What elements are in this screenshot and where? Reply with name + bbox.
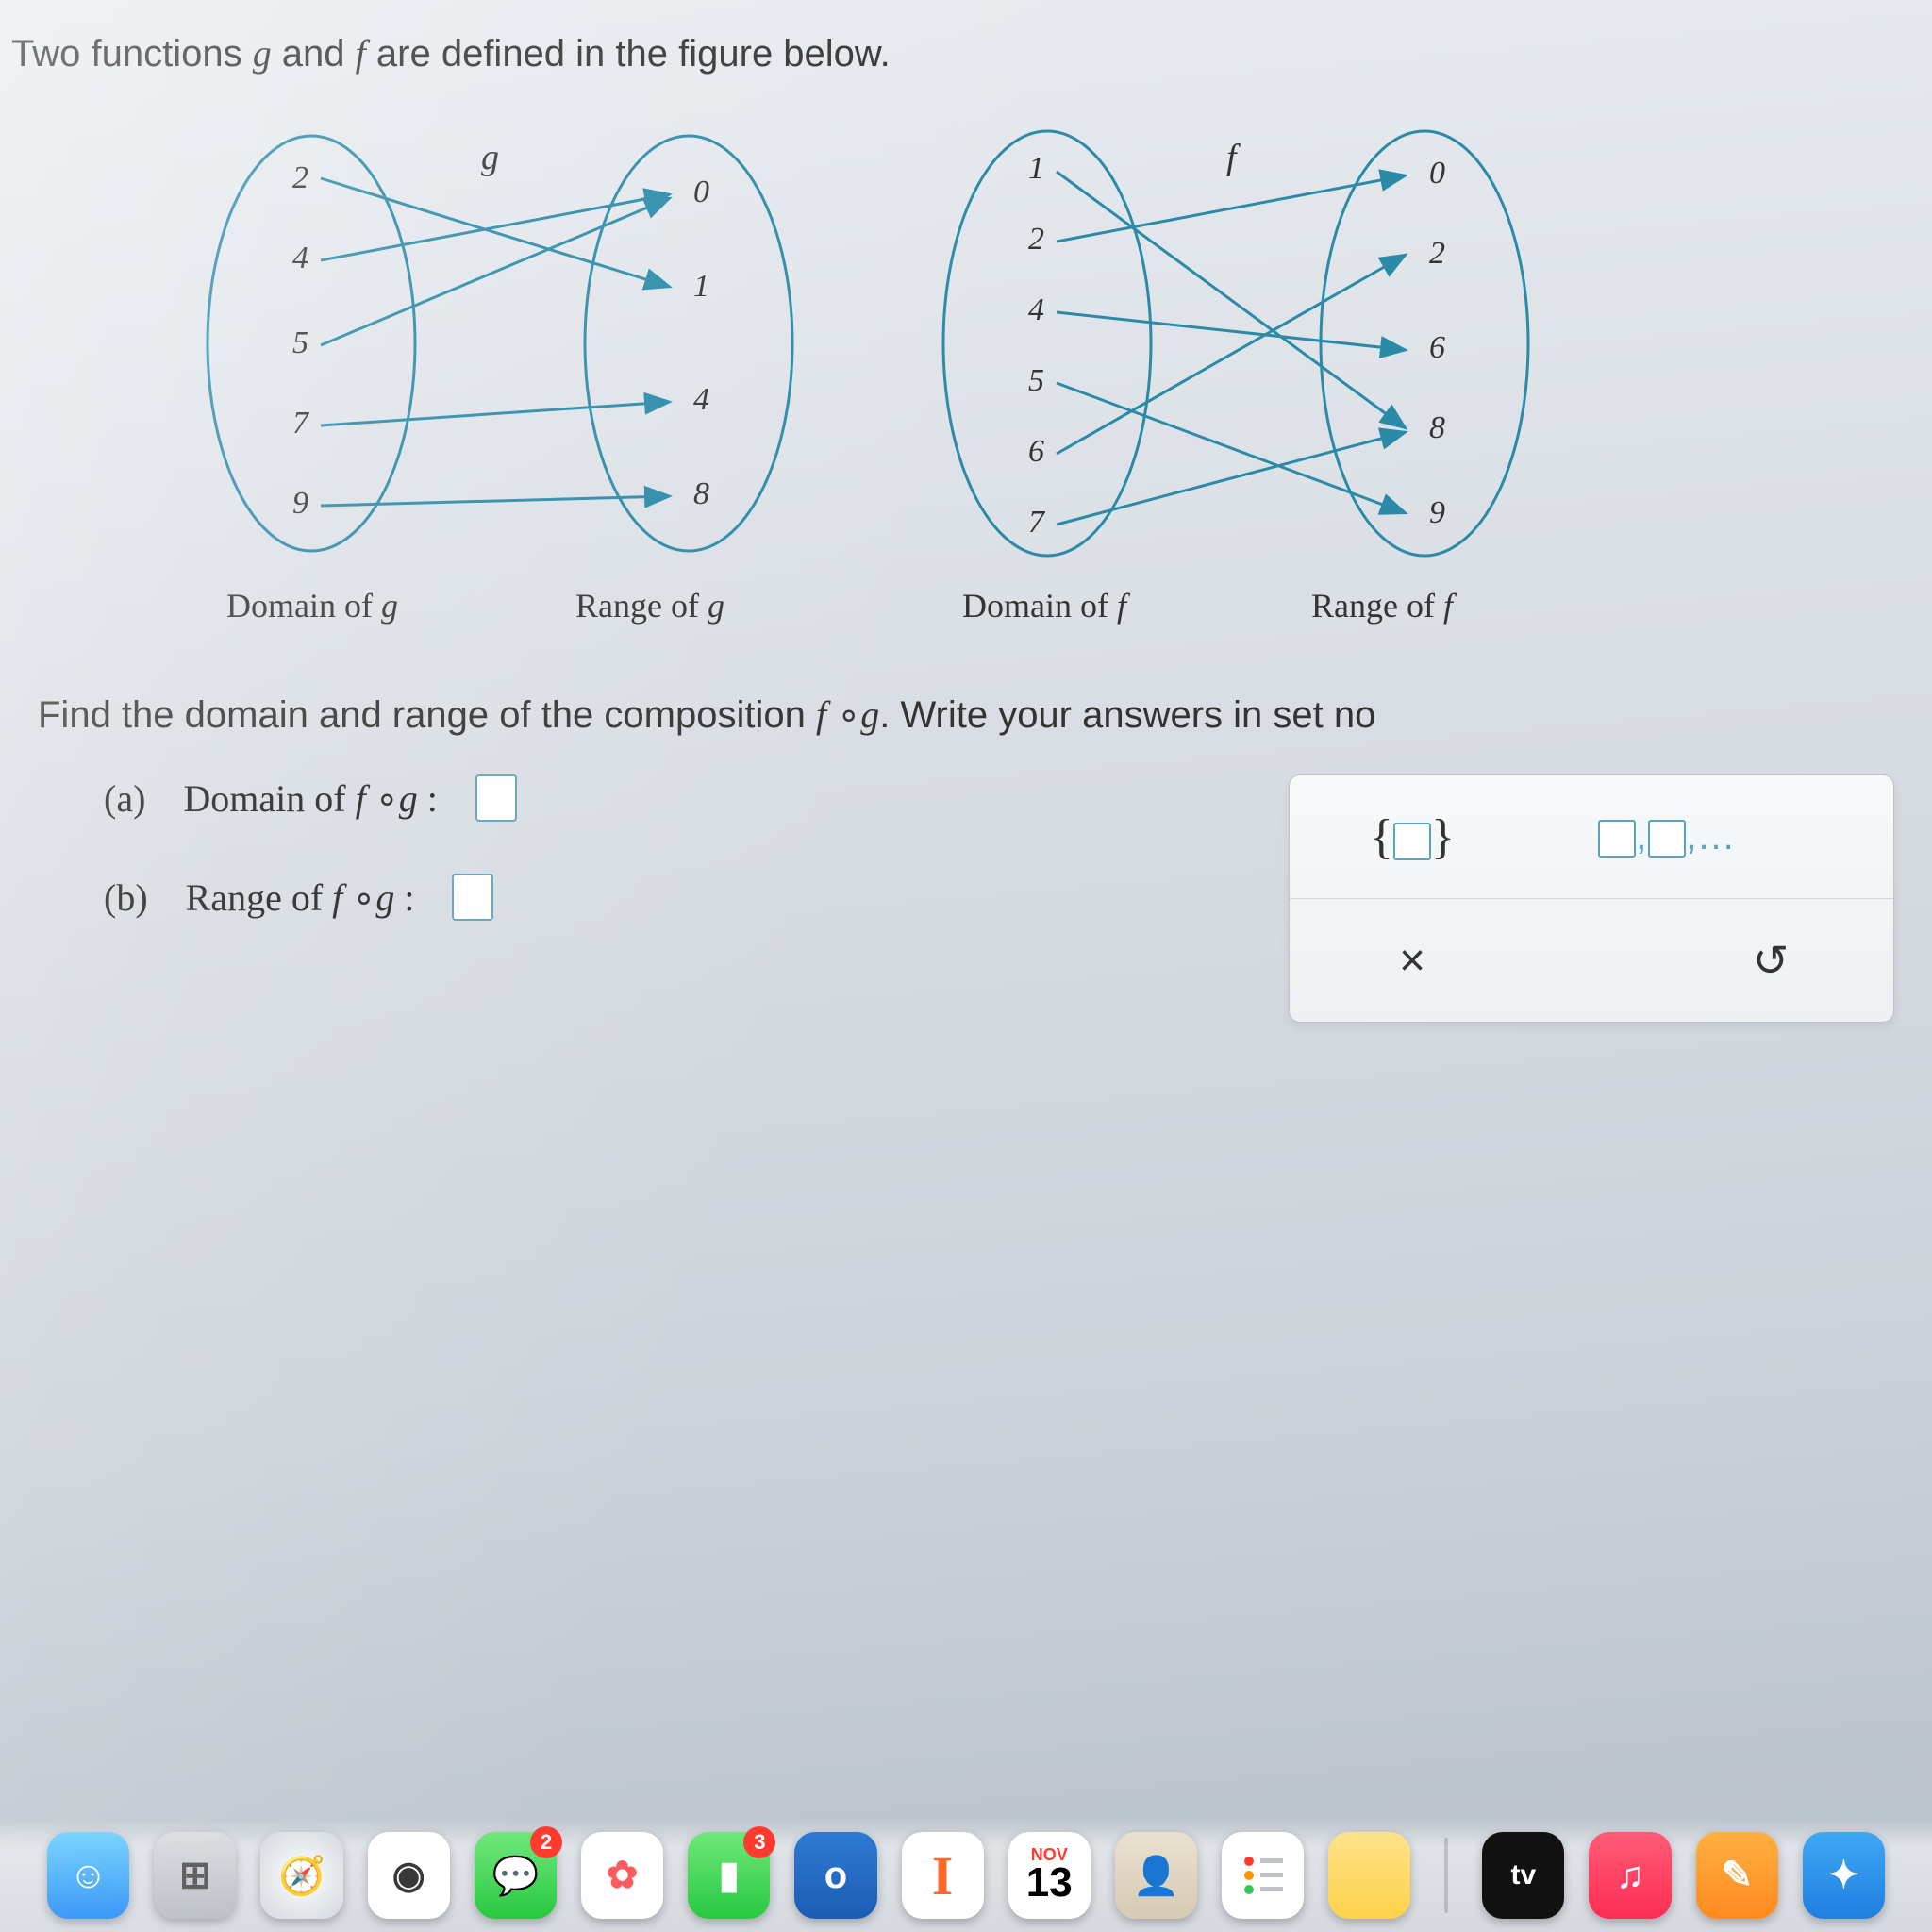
- answer-b-row: (b) Range of f ∘g :: [104, 874, 1094, 921]
- dock-notes[interactable]: [1328, 1832, 1410, 1919]
- dock-chrome[interactable]: ◉: [368, 1832, 450, 1919]
- dock-facetime[interactable]: ▮3: [688, 1832, 770, 1919]
- dock-appletv[interactable]: tv: [1482, 1832, 1564, 1919]
- f-range-caption: Range of f: [1311, 587, 1457, 625]
- calendar-day: 13: [1026, 1859, 1073, 1907]
- svg-text:5: 5: [1028, 363, 1044, 398]
- answer-a-row: (a) Domain of f ∘g :: [104, 774, 1094, 822]
- dock-reminders[interactable]: [1222, 1832, 1304, 1919]
- svg-text:2: 2: [1028, 222, 1044, 257]
- g-range-caption: Range of g: [575, 587, 724, 625]
- svg-text:1: 1: [693, 269, 709, 304]
- dock-launchpad[interactable]: ⊞: [154, 1832, 236, 1919]
- dock-finder[interactable]: ☺: [47, 1832, 129, 1919]
- svg-text:9: 9: [292, 486, 308, 521]
- dock-outlook[interactable]: o: [794, 1832, 876, 1919]
- problem-statement: Two functions g and f are defined in the…: [0, 28, 1932, 108]
- answer-a-tag: (a): [104, 776, 145, 821]
- dock-photos[interactable]: ✿: [581, 1832, 663, 1919]
- answer-a-label: Domain of f ∘g :: [183, 776, 437, 821]
- answer-a-input[interactable]: [475, 774, 517, 822]
- svg-text:0: 0: [1429, 156, 1445, 191]
- dock-messages[interactable]: 💬2: [475, 1832, 557, 1919]
- svg-text:4: 4: [693, 382, 709, 417]
- answer-b-label: Range of f ∘g :: [186, 875, 415, 920]
- svg-text:0: 0: [693, 175, 709, 209]
- f-domain-caption: Domain of f: [962, 587, 1131, 625]
- f-label: f: [1226, 138, 1241, 177]
- g-label: g: [481, 138, 499, 177]
- dock-contacts[interactable]: 👤: [1115, 1832, 1197, 1919]
- dock-calendar[interactable]: NOV 13: [1008, 1832, 1091, 1919]
- dock-iwork[interactable]: I: [902, 1832, 984, 1919]
- undo-button[interactable]: ↺: [1686, 918, 1856, 1003]
- svg-text:8: 8: [1429, 410, 1445, 445]
- list-button[interactable]: ,,...: [1582, 794, 1752, 879]
- svg-text:2: 2: [1429, 236, 1445, 271]
- facetime-badge: 3: [743, 1826, 775, 1858]
- svg-text:7: 7: [1028, 505, 1046, 540]
- dock-music[interactable]: ♫: [1589, 1832, 1671, 1919]
- answer-b-input[interactable]: [452, 874, 493, 921]
- g-domain-caption: Domain of g: [226, 587, 398, 625]
- dock-drawing[interactable]: ✎: [1696, 1832, 1778, 1919]
- dock-safari[interactable]: 🧭: [260, 1832, 342, 1919]
- svg-text:7: 7: [292, 406, 310, 441]
- svg-text:8: 8: [693, 476, 709, 511]
- svg-text:6: 6: [1429, 330, 1445, 365]
- sub-prompt: Find the domain and range of the composi…: [0, 655, 1932, 756]
- svg-text:9: 9: [1429, 495, 1445, 530]
- svg-text:5: 5: [292, 325, 308, 360]
- diagrams: g 2 4 5 7 9 0 1 4 8: [0, 108, 1932, 655]
- dock-separator: [1444, 1838, 1448, 1913]
- dock-extra[interactable]: ✦: [1803, 1832, 1885, 1919]
- svg-text:4: 4: [292, 241, 308, 275]
- answer-b-tag: (b): [104, 875, 148, 920]
- clear-button[interactable]: ×: [1327, 918, 1497, 1003]
- svg-text:6: 6: [1028, 434, 1044, 469]
- diagram-f: f 1 2 4 5 6 7 0 2 6 8 9: [906, 117, 1585, 645]
- messages-badge: 2: [530, 1826, 562, 1858]
- svg-text:4: 4: [1028, 292, 1044, 327]
- set-braces-button[interactable]: {}: [1327, 794, 1497, 879]
- dock: ☺ ⊞ 🧭 ◉ 💬2 ✿ ▮3 o I NOV 13 👤 tv ♫ ✎ ✦: [0, 1819, 1932, 1932]
- svg-text:2: 2: [292, 160, 308, 195]
- symbol-palette: {} ,,... × ↺: [1289, 774, 1894, 1023]
- diagram-g: g 2 4 5 7 9 0 1 4 8: [170, 117, 849, 645]
- svg-text:1: 1: [1028, 151, 1044, 186]
